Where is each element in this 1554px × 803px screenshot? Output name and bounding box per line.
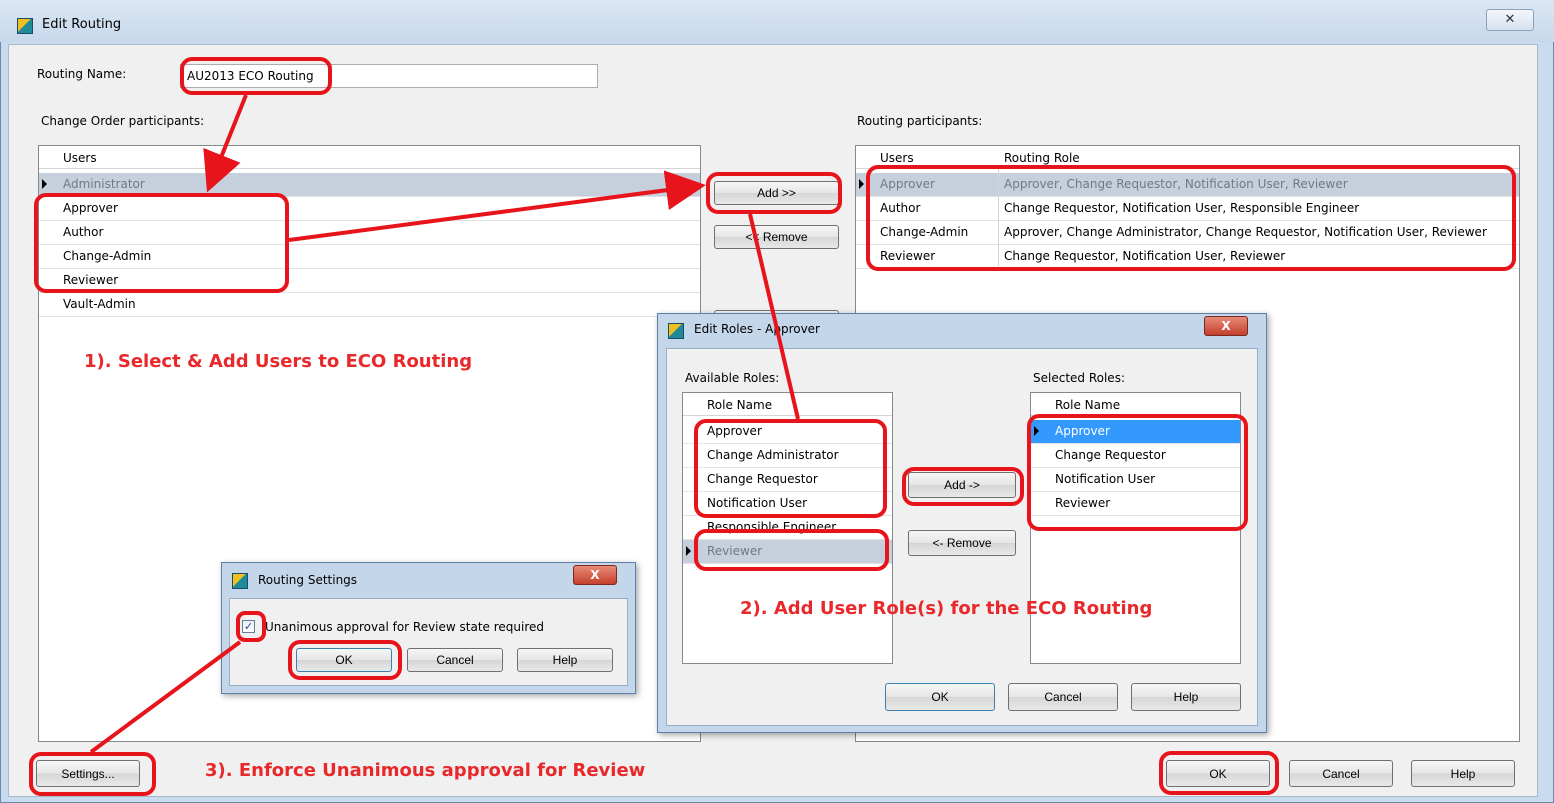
annotation-arrows [89,94,800,754]
arrow-name-to-users [203,94,248,193]
arrow-users-to-add [288,170,706,242]
arrow-add-to-roles [748,213,800,420]
arrow-checkbox-to-settings [89,640,242,754]
